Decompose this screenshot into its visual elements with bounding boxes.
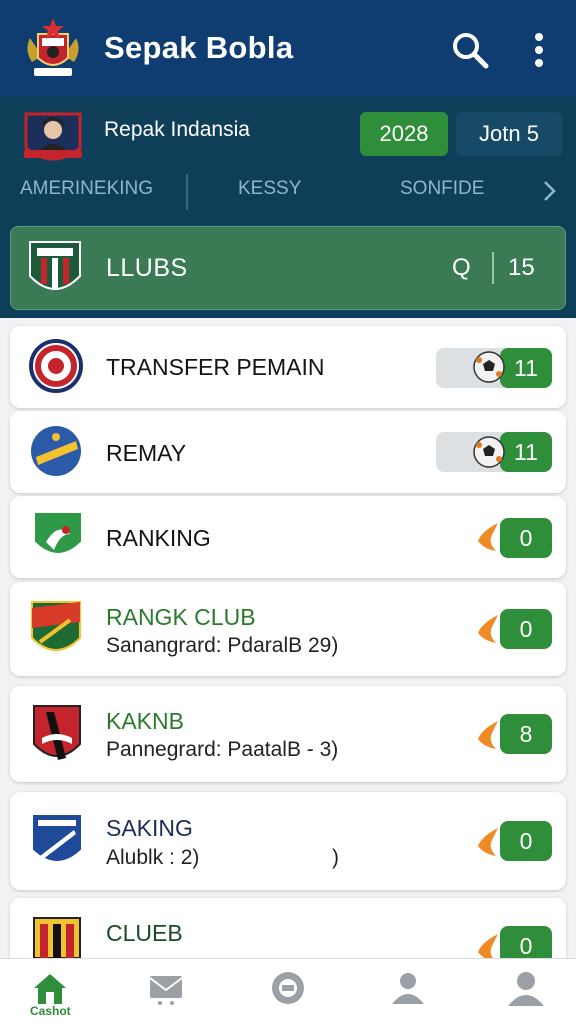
tab-sonfide[interactable]: SONFIDE <box>400 178 484 200</box>
club-logo-icon <box>33 511 83 555</box>
avatar[interactable] <box>20 108 86 170</box>
item-subtitle-tail: ) <box>332 846 339 869</box>
clubs-label: LLUBS <box>106 254 188 282</box>
clubs-banner[interactable] <box>10 226 566 310</box>
item-subtitle: Alublk : 2) <box>106 846 200 869</box>
club-logo-icon <box>29 339 83 393</box>
item-title: REMAY <box>106 440 187 466</box>
item-subtitle: Pannegrard: PaatalB - 3) <box>106 738 339 761</box>
profile-name: Repak Indansia <box>104 118 250 141</box>
year-badge[interactable]: 2028 <box>360 112 448 156</box>
chevron-right-icon[interactable] <box>540 178 560 204</box>
mail-icon[interactable] <box>146 970 186 1006</box>
item-badge[interactable]: 11 <box>500 432 552 472</box>
app-title: Sepak Bobla <box>104 30 294 65</box>
item-title: KAKNB <box>106 708 184 734</box>
tab-amerineking[interactable]: AMERINEKING <box>20 178 153 200</box>
banner-search-icon[interactable]: Q <box>452 254 480 282</box>
item-subtitle: Sanangrard: PdaralB 29) <box>106 634 339 657</box>
item-badge[interactable]: 0 <box>500 518 552 558</box>
item-title: RANGK CLUB <box>106 604 256 630</box>
profile-icon[interactable] <box>506 970 546 1006</box>
soccer-ball-icon <box>473 436 505 468</box>
club-logo-icon <box>33 705 81 760</box>
item-badge[interactable]: 0 <box>500 609 552 649</box>
club-shield-icon <box>29 241 81 290</box>
more-vert-icon[interactable] <box>522 28 556 72</box>
person-icon[interactable] <box>388 970 428 1006</box>
clubs-count: 15 <box>508 254 535 281</box>
club-logo-icon <box>31 813 83 863</box>
item-title: SAKING <box>106 815 193 841</box>
app-logo-icon <box>27 18 79 76</box>
tab-divider <box>186 174 188 210</box>
item-title: RANKING <box>106 525 211 551</box>
tab-kessy[interactable]: KESSY <box>238 178 301 200</box>
home-icon[interactable] <box>30 970 70 1006</box>
join-badge[interactable]: Jotn 5 <box>456 112 562 156</box>
ball-icon[interactable] <box>268 970 308 1006</box>
item-title: TRANSFER PEMAIN <box>106 354 325 380</box>
club-logo-icon <box>31 601 81 651</box>
nav-label-home[interactable]: Cashot <box>30 1004 71 1018</box>
item-title: CLUEB <box>106 920 183 946</box>
banner-divider <box>492 252 494 284</box>
club-logo-icon <box>31 426 81 476</box>
club-logo-icon <box>33 917 81 958</box>
search-icon[interactable] <box>450 30 490 70</box>
item-badge[interactable]: 11 <box>500 348 552 388</box>
item-badge[interactable]: 8 <box>500 714 552 754</box>
soccer-ball-icon <box>473 351 505 383</box>
item-badge[interactable]: 0 <box>500 821 552 861</box>
